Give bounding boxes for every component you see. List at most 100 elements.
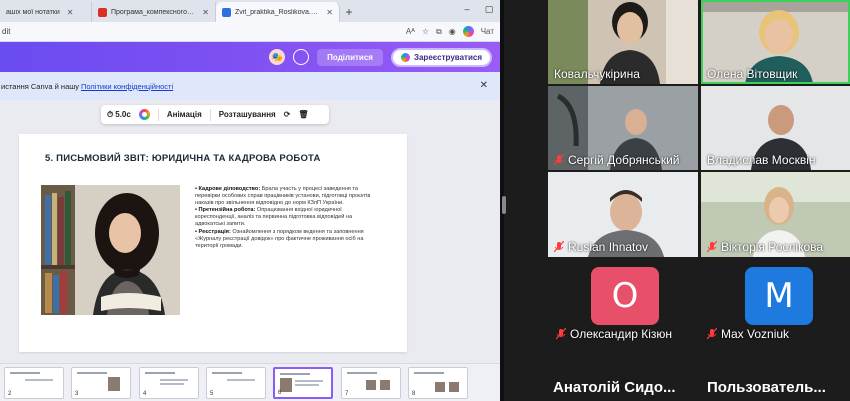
sticker-avatar-icon[interactable]: 🎭 [269, 49, 286, 65]
participant-name-partial[interactable]: Пользователь... [707, 379, 826, 396]
tab-strip: ашіх мої нотатки ✕ Програма_компексного_… [0, 0, 500, 22]
thumb-picture [108, 377, 120, 391]
tab-label: Програма_компексного_кваліф... [111, 8, 195, 16]
editor-canvas: ⏱ 5.0c Анімація Розташування ⟳ 🗑 5. ПИСЬ… [0, 100, 500, 363]
thumb-number: 4 [143, 391, 147, 397]
thumb-line [145, 372, 175, 374]
participant-name-partial[interactable]: Анатолій Сидо... [553, 379, 676, 396]
slide-body[interactable]: • Кадрове діловодство: Брала участь у пр… [195, 186, 377, 250]
screen: ашіх мої нотатки ✕ Програма_компексного_… [0, 0, 850, 401]
participant-tile[interactable]: Вікторія Рослікова [701, 172, 850, 257]
animation-button[interactable]: Анімація [167, 110, 202, 119]
timer-icon[interactable]: ⏱ [107, 110, 113, 120]
muted-mic-icon [554, 154, 564, 166]
window-controls: – ▢ [456, 0, 500, 18]
tab-label: Zvit_praktika_Roslikova.pptx - Пре... [235, 8, 320, 16]
participant-name: Ruslan Ihnatov [554, 240, 648, 254]
maximize-icon[interactable]: ▢ [478, 0, 500, 18]
thumb-line [414, 372, 444, 374]
read-aloud-icon[interactable]: Aᴬ [406, 27, 415, 36]
slide-thumbnail[interactable]: 5 [206, 367, 266, 399]
arrange-button[interactable]: Розташування [219, 110, 276, 119]
tab-report-pptx[interactable]: Zvit_praktika_Roslikova.pptx - Пре... ✕ [216, 2, 340, 22]
slide-thumbnail[interactable]: 3 [71, 367, 131, 399]
portrait-image [41, 185, 180, 315]
consent-text: истання Canva й нашу [1, 81, 80, 91]
participant-tile[interactable]: Владислав Москвін [701, 86, 850, 170]
slide-thumbnail-strip: 2 3 4 5 6 7 8 [0, 363, 500, 401]
extensions-icon[interactable]: ⧉ [436, 27, 442, 37]
canva-logo-icon [400, 52, 410, 62]
slide[interactable]: 5. ПИСЬМОВИЙ ЗВІТ: ЮРИДИЧНА ТА КАДРОВА Р… [19, 134, 407, 352]
share-button[interactable]: Поділитися [317, 48, 383, 66]
bullet-hr: • Кадрове діловодство: Брала участь у пр… [195, 186, 377, 207]
favorite-icon[interactable]: ☆ [422, 27, 429, 36]
thumb-line [77, 372, 107, 374]
close-tab-icon[interactable]: ✕ [202, 8, 209, 17]
minimize-icon[interactable]: – [456, 0, 478, 18]
participant-name-text: Ruslan Ihnatov [568, 240, 649, 254]
slide-thumbnail-selected[interactable]: 6 [273, 367, 333, 399]
thumb-line [280, 373, 310, 375]
muted-mic-icon [554, 241, 564, 253]
canva-icon [222, 7, 231, 17]
register-button[interactable]: Зареєструватися [390, 47, 492, 67]
slide-thumbnail[interactable]: 8 [408, 367, 468, 399]
participant-name: Max Vozniuk [707, 327, 789, 341]
bullet-heading: • Претензійна робота: [195, 207, 256, 214]
thumb-number: 3 [75, 391, 79, 397]
element-toolbar: ⏱ 5.0c Анімація Розташування ⟳ 🗑 [101, 105, 329, 124]
thumb-picture [366, 380, 376, 390]
participant-name: Владислав Москвін [707, 153, 816, 167]
resize-handle[interactable] [502, 196, 506, 214]
participant-name: Сергій Добрянський [554, 153, 679, 167]
slide-thumbnail[interactable]: 2 [4, 367, 64, 399]
color-picker-icon[interactable] [138, 109, 150, 120]
thumb-line [160, 383, 184, 385]
tab-notes[interactable]: ашіх мої нотатки ✕ [0, 2, 92, 22]
thumb-line [10, 372, 40, 374]
participant-tile[interactable]: Ruslan Ihnatov [548, 172, 698, 257]
thumb-number: 8 [412, 391, 416, 397]
transition-icon[interactable]: ⟳ [284, 110, 291, 119]
delete-icon[interactable]: 🗑 [298, 110, 308, 119]
divider [157, 108, 159, 121]
thumb-number: 7 [345, 391, 349, 397]
url-field[interactable]: dit [0, 27, 406, 36]
participant-name: Ковальчукірина [554, 67, 640, 81]
slide-thumbnail[interactable]: 7 [341, 367, 401, 399]
participant-tile[interactable]: Ковальчукірина [548, 0, 698, 84]
thumb-picture [435, 382, 445, 392]
participant-tile-speaking[interactable]: Олена Вітовщик [701, 0, 850, 84]
muted-mic-icon [707, 241, 717, 253]
thumb-line [295, 384, 319, 386]
participant-tile[interactable]: Сергій Добрянський [548, 86, 698, 170]
tab-program[interactable]: Програма_компексного_кваліф... ✕ [92, 2, 216, 22]
close-tab-icon[interactable]: ✕ [326, 8, 333, 17]
participant-tile[interactable]: M Max Vozniuk [701, 259, 850, 344]
thumb-line [25, 379, 53, 381]
thumb-number: 5 [210, 391, 214, 397]
slide-thumbnail[interactable]: 4 [139, 367, 199, 399]
participant-name-text: Вікторія Рослікова [721, 240, 824, 254]
address-bar: dit Aᴬ ☆ ⧉ ◉ Чат [0, 22, 500, 42]
chat-label[interactable]: Чат [481, 27, 494, 36]
new-tab-button[interactable]: + [340, 2, 358, 22]
copilot-icon[interactable] [462, 26, 474, 37]
register-label: Зареєструватися [413, 52, 482, 62]
thumb-picture [280, 378, 292, 392]
participant-name-text: Олена Вітовщик [707, 67, 798, 81]
close-tab-icon[interactable]: ✕ [67, 8, 74, 17]
slide-photo[interactable] [41, 185, 180, 315]
profile-icon[interactable]: ◉ [449, 27, 456, 36]
comment-icon[interactable] [293, 49, 310, 65]
participant-name: Олена Вітовщик [707, 67, 797, 81]
participant-tile[interactable]: О Олександир Кізюн [548, 259, 698, 344]
bullet-heading: • Кадрове діловодство: [195, 186, 261, 192]
close-banner-icon[interactable]: ✕ [480, 80, 488, 91]
duration-value[interactable]: 5.0c [115, 110, 131, 119]
tab-label: ашіх мої нотатки [6, 8, 60, 16]
privacy-policy-link[interactable]: Політики конфіденційності [81, 82, 173, 91]
thumb-line [295, 380, 323, 382]
participant-name-text: Max Vozniuk [721, 327, 790, 341]
